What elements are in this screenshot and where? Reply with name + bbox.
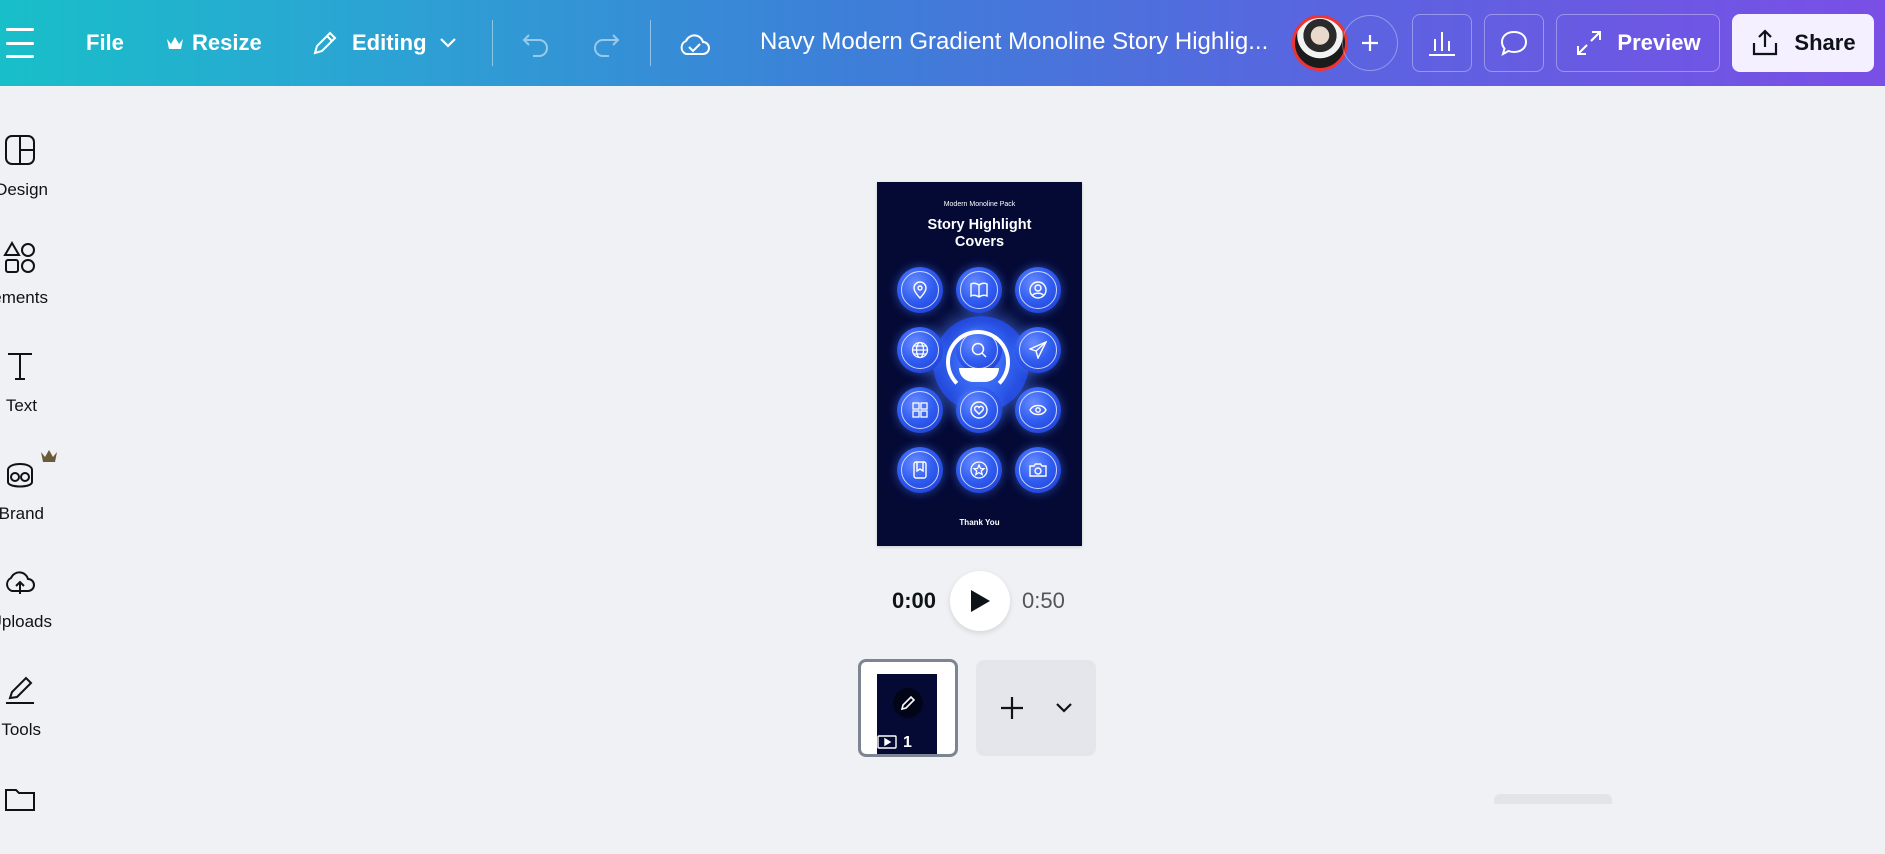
share-upload-icon — [1753, 29, 1778, 56]
plus-icon — [1362, 35, 1378, 51]
total-time: 0:50 — [1022, 588, 1065, 613]
sidebar-item-label: Brand — [0, 504, 44, 523]
crown-icon — [41, 450, 57, 462]
sidebar-item-projects[interactable] — [0, 764, 80, 854]
user-icon — [1029, 281, 1047, 299]
toolbar-divider — [650, 20, 651, 66]
preview-button[interactable]: Preview — [1556, 14, 1720, 72]
design-subtitle: Modern Monoline Pack — [943, 201, 1016, 208]
resize-button[interactable]: Resize — [166, 28, 262, 58]
folder-icon — [5, 789, 35, 811]
highlight-cover — [897, 267, 943, 313]
highlight-cover — [956, 267, 1002, 313]
highlight-cover — [956, 447, 1002, 493]
grid-icon — [912, 402, 928, 418]
heart-icon — [970, 401, 988, 419]
book-icon — [970, 282, 988, 298]
highlight-cover — [897, 387, 943, 433]
top-toolbar: File Resize Editing Navy Modern Gradient… — [0, 0, 1885, 86]
menu-icon[interactable] — [4, 28, 36, 58]
globe-icon — [911, 341, 929, 359]
sidebar-item-brand[interactable]: Brand — [0, 440, 80, 530]
editing-mode-dropdown[interactable]: Editing — [310, 24, 457, 62]
document-title[interactable]: Navy Modern Gradient Monoline Story High… — [760, 28, 1268, 56]
page-number: 1 — [903, 734, 912, 751]
play-button[interactable] — [950, 571, 1010, 631]
sidebar-item-label: Uploads — [0, 612, 52, 631]
highlight-cover — [1015, 387, 1061, 433]
page-thumbnail[interactable]: 1 — [858, 659, 958, 757]
pages-view-button[interactable] — [1494, 794, 1612, 804]
highlight-cover — [1015, 447, 1061, 493]
sidebar-item-label: Elements — [0, 288, 48, 307]
highlight-cover — [956, 387, 1002, 433]
crown-icon — [167, 37, 183, 49]
sidebar-item-tools[interactable]: Tools — [0, 656, 80, 746]
bar-chart-icon — [1429, 32, 1455, 56]
chevron-down-icon — [439, 38, 456, 48]
design-title: Story Highlight Covers — [877, 217, 1082, 251]
location-icon — [913, 281, 927, 299]
edit-pencil-icon — [893, 688, 923, 718]
cloud-save-button[interactable] — [674, 24, 714, 64]
design-title-line2: Covers — [954, 234, 1005, 250]
pencil-icon — [313, 31, 337, 55]
elements-icon — [3, 241, 35, 273]
resize-label: Resize — [192, 30, 262, 55]
chevron-down-icon[interactable] — [1048, 692, 1080, 724]
cloud-upload-icon — [6, 571, 35, 594]
tools-pen-icon — [6, 676, 34, 704]
bookmark-icon — [913, 461, 927, 479]
sidebar-item-elements[interactable]: Elements — [0, 224, 80, 314]
star-icon — [970, 461, 988, 479]
highlight-cover — [1015, 267, 1061, 313]
preview-label: Preview — [1617, 30, 1701, 55]
share-label: Share — [1794, 30, 1856, 55]
undo-icon — [522, 34, 548, 57]
sidebar-item-label: Design — [0, 180, 48, 199]
design-footer: Thank You — [959, 518, 1000, 527]
design-page[interactable]: Modern Monoline Pack Story Highlight Cov… — [877, 182, 1082, 546]
video-page-icon — [877, 735, 897, 749]
text-icon — [8, 353, 32, 380]
sidebar-item-design[interactable]: Design — [0, 116, 80, 206]
file-menu-button[interactable]: File — [86, 28, 124, 58]
comments-button[interactable] — [1484, 14, 1544, 72]
insights-button[interactable] — [1412, 14, 1472, 72]
add-collaborator-button[interactable] — [1342, 15, 1398, 71]
eye-icon — [1029, 404, 1047, 416]
plus-icon — [992, 688, 1032, 728]
sidebar-item-uploads[interactable]: Uploads — [0, 548, 80, 638]
redo-icon — [594, 34, 620, 57]
avatar[interactable] — [1292, 15, 1348, 71]
design-icon — [5, 135, 35, 165]
center-ring — [946, 330, 1010, 394]
sidebar-item-label: Tools — [1, 720, 41, 739]
highlight-cover — [897, 327, 943, 373]
left-sidebar: Design Elements Text Brand Uploads Tools — [0, 86, 80, 811]
toolbar-divider — [492, 20, 493, 66]
add-page-button[interactable] — [976, 660, 1096, 756]
camera-icon — [1029, 463, 1047, 477]
current-time: 0:00 — [892, 588, 937, 613]
highlight-cover — [1015, 327, 1061, 373]
brand-icon — [7, 463, 33, 488]
design-title-line1: Story Highlight — [927, 217, 1032, 233]
send-icon — [1029, 341, 1047, 359]
sidebar-item-label: Text — [5, 396, 37, 415]
play-icon — [971, 590, 990, 612]
highlight-cover — [897, 447, 943, 493]
comment-icon — [1500, 30, 1528, 57]
redo-button[interactable] — [588, 26, 624, 62]
cloud-check-icon — [680, 34, 710, 55]
sidebar-item-text[interactable]: Text — [0, 332, 80, 422]
editing-label: Editing — [352, 30, 427, 55]
share-button[interactable]: Share — [1732, 14, 1874, 72]
expand-icon — [1577, 31, 1602, 55]
undo-button[interactable] — [518, 26, 554, 62]
